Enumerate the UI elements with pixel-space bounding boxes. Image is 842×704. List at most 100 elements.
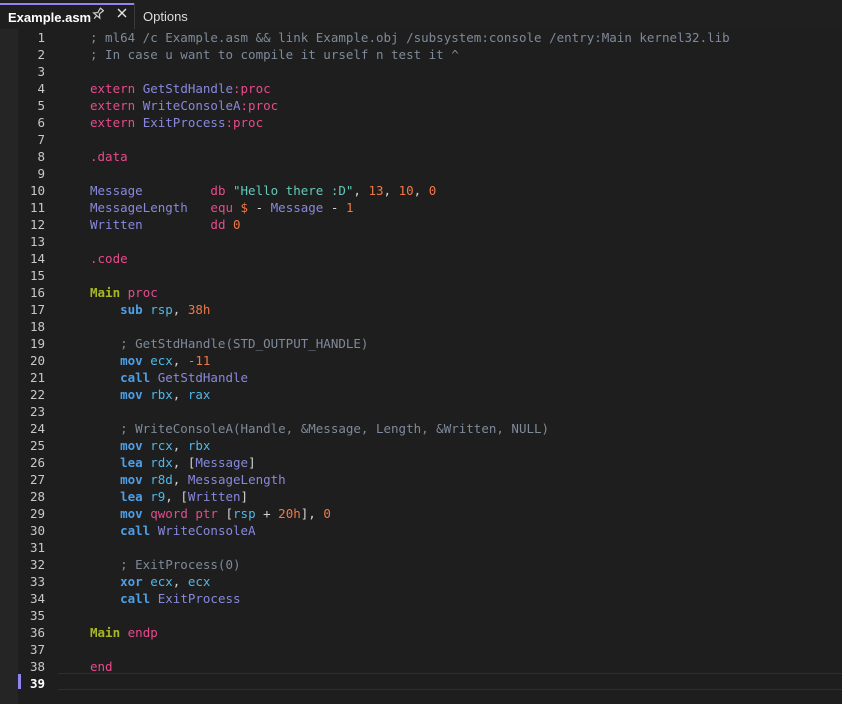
code-line[interactable]: mov qword ptr [rsp + 20h], 0 bbox=[90, 505, 331, 522]
code-token: Message bbox=[90, 183, 211, 198]
line-number: 16 bbox=[29, 285, 45, 300]
code-token: MessageLength bbox=[187, 472, 286, 487]
code-token: :proc bbox=[225, 115, 264, 130]
code-line[interactable]: lea rdx, [Message] bbox=[90, 454, 255, 471]
code-line[interactable]: ; GetStdHandle(STD_OUTPUT_HANDLE) bbox=[90, 335, 368, 352]
code-line[interactable]: mov rbx, rax bbox=[90, 386, 210, 403]
code-token: Message bbox=[270, 200, 331, 215]
code-line[interactable]: .code bbox=[90, 250, 128, 267]
line-number: 15 bbox=[29, 268, 45, 283]
code-token: rdx bbox=[150, 455, 173, 470]
code-line[interactable]: extern ExitProcess:proc bbox=[90, 114, 263, 131]
code-line[interactable]: mov r8d, MessageLength bbox=[90, 471, 286, 488]
code-token: , bbox=[172, 302, 188, 317]
code-token: :proc bbox=[233, 81, 271, 96]
code-token: ExitProcess bbox=[157, 591, 241, 606]
code-token: , [ bbox=[165, 489, 188, 504]
line-number: 3 bbox=[37, 64, 45, 79]
code-token: mov bbox=[120, 472, 151, 487]
code-token: sub bbox=[120, 302, 151, 317]
line-number: 9 bbox=[37, 166, 45, 181]
code-token: ExitProcess bbox=[142, 115, 226, 130]
code-token: .code bbox=[90, 251, 128, 266]
code-token: , bbox=[172, 387, 188, 402]
code-token: ecx bbox=[150, 353, 173, 368]
code-editor[interactable]: 1 2 3 4 5 6 7 8 9 10 11 12 13 14 15 16 17 18 19 20 21 22 23 24 2… bbox=[0, 29, 842, 704]
code-token: $ bbox=[240, 200, 256, 215]
code-line[interactable]: end bbox=[90, 658, 113, 675]
code-token: ecx bbox=[150, 574, 173, 589]
code-line[interactable]: Message db "Hello there :D", 13, 10, 0 bbox=[90, 182, 436, 199]
code-token: mov bbox=[120, 353, 151, 368]
code-token: dd bbox=[210, 217, 233, 232]
code-token: , bbox=[413, 183, 429, 198]
code-token: ; GetStdHandle(STD_OUTPUT_HANDLE) bbox=[90, 336, 369, 351]
code-token: call bbox=[120, 370, 158, 385]
code-line[interactable]: sub rsp, 38h bbox=[90, 301, 210, 318]
line-number: 30 bbox=[29, 523, 45, 538]
code-token: rbx bbox=[150, 387, 173, 402]
code-line[interactable]: extern GetStdHandle:proc bbox=[90, 80, 271, 97]
code-line[interactable]: extern WriteConsoleA:proc bbox=[90, 97, 278, 114]
code-token: ] bbox=[240, 489, 249, 504]
tab-bar: Example.asm Options bbox=[0, 0, 842, 29]
line-number: 17 bbox=[29, 302, 45, 317]
code-token: 0 bbox=[233, 217, 241, 232]
code-token: 13 bbox=[368, 183, 384, 198]
code-token: extern bbox=[90, 115, 143, 130]
code-token: , bbox=[172, 353, 188, 368]
code-token: WriteConsoleA bbox=[157, 523, 256, 538]
line-number: 39 bbox=[29, 676, 45, 691]
code-token: ], bbox=[300, 506, 324, 521]
code-line[interactable]: ; WriteConsoleA(Handle, &Message, Length… bbox=[90, 420, 549, 437]
code-line[interactable]: ; ml64 /c Example.asm && link Example.ob… bbox=[90, 29, 730, 46]
code-token: :proc bbox=[240, 98, 279, 113]
code-line[interactable]: Main proc bbox=[90, 284, 158, 301]
code-line[interactable]: lea r9, [Written] bbox=[90, 488, 248, 505]
code-token: extern bbox=[90, 81, 143, 96]
indicator-margin bbox=[0, 29, 18, 704]
close-icon[interactable] bbox=[115, 6, 129, 25]
code-token: 1 bbox=[345, 200, 354, 215]
code-token: ; ExitProcess(0) bbox=[90, 557, 241, 572]
code-token: 38h bbox=[187, 302, 211, 317]
tab-example-asm[interactable]: Example.asm bbox=[0, 3, 134, 29]
line-number: 19 bbox=[29, 336, 45, 351]
code-line[interactable]: Main endp bbox=[90, 624, 158, 641]
code-token: equ bbox=[210, 200, 241, 215]
line-number: 34 bbox=[29, 591, 45, 606]
code-line[interactable]: call WriteConsoleA bbox=[90, 522, 256, 539]
code-line[interactable]: xor ecx, ecx bbox=[90, 573, 210, 590]
code-token: , bbox=[353, 183, 369, 198]
code-token: , [ bbox=[172, 455, 196, 470]
code-line[interactable]: MessageLength equ $ - Message - 1 bbox=[90, 199, 353, 216]
code-line[interactable]: mov ecx, -11 bbox=[90, 352, 210, 369]
code-line[interactable]: ; ExitProcess(0) bbox=[90, 556, 241, 573]
code-token: Main bbox=[90, 625, 128, 640]
line-number: 33 bbox=[29, 574, 45, 589]
options-button[interactable]: Options bbox=[134, 3, 196, 29]
code-line[interactable]: mov rcx, rbx bbox=[90, 437, 210, 454]
code-line[interactable]: .data bbox=[90, 148, 128, 165]
line-number: 32 bbox=[29, 557, 45, 572]
code-token: + bbox=[255, 506, 279, 521]
line-number: 6 bbox=[37, 115, 45, 130]
code-token: Main bbox=[90, 285, 128, 300]
code-token: "Hello there :D" bbox=[233, 183, 354, 198]
code-token: GetStdHandle bbox=[157, 370, 249, 385]
code-line[interactable]: call ExitProcess bbox=[90, 590, 241, 607]
pin-icon[interactable] bbox=[92, 7, 105, 24]
code-token: , bbox=[172, 438, 188, 453]
code-token: call bbox=[120, 591, 158, 606]
line-number: 35 bbox=[29, 608, 45, 623]
code-line[interactable]: call GetStdHandle bbox=[90, 369, 248, 386]
line-number: 26 bbox=[29, 455, 45, 470]
code-line[interactable]: Written dd 0 bbox=[90, 216, 241, 233]
current-line-highlight bbox=[58, 673, 842, 690]
code-line[interactable]: ; In case u want to compile it urself n … bbox=[90, 46, 459, 63]
code-token: mov bbox=[120, 387, 151, 402]
code-token: Written bbox=[90, 217, 211, 232]
